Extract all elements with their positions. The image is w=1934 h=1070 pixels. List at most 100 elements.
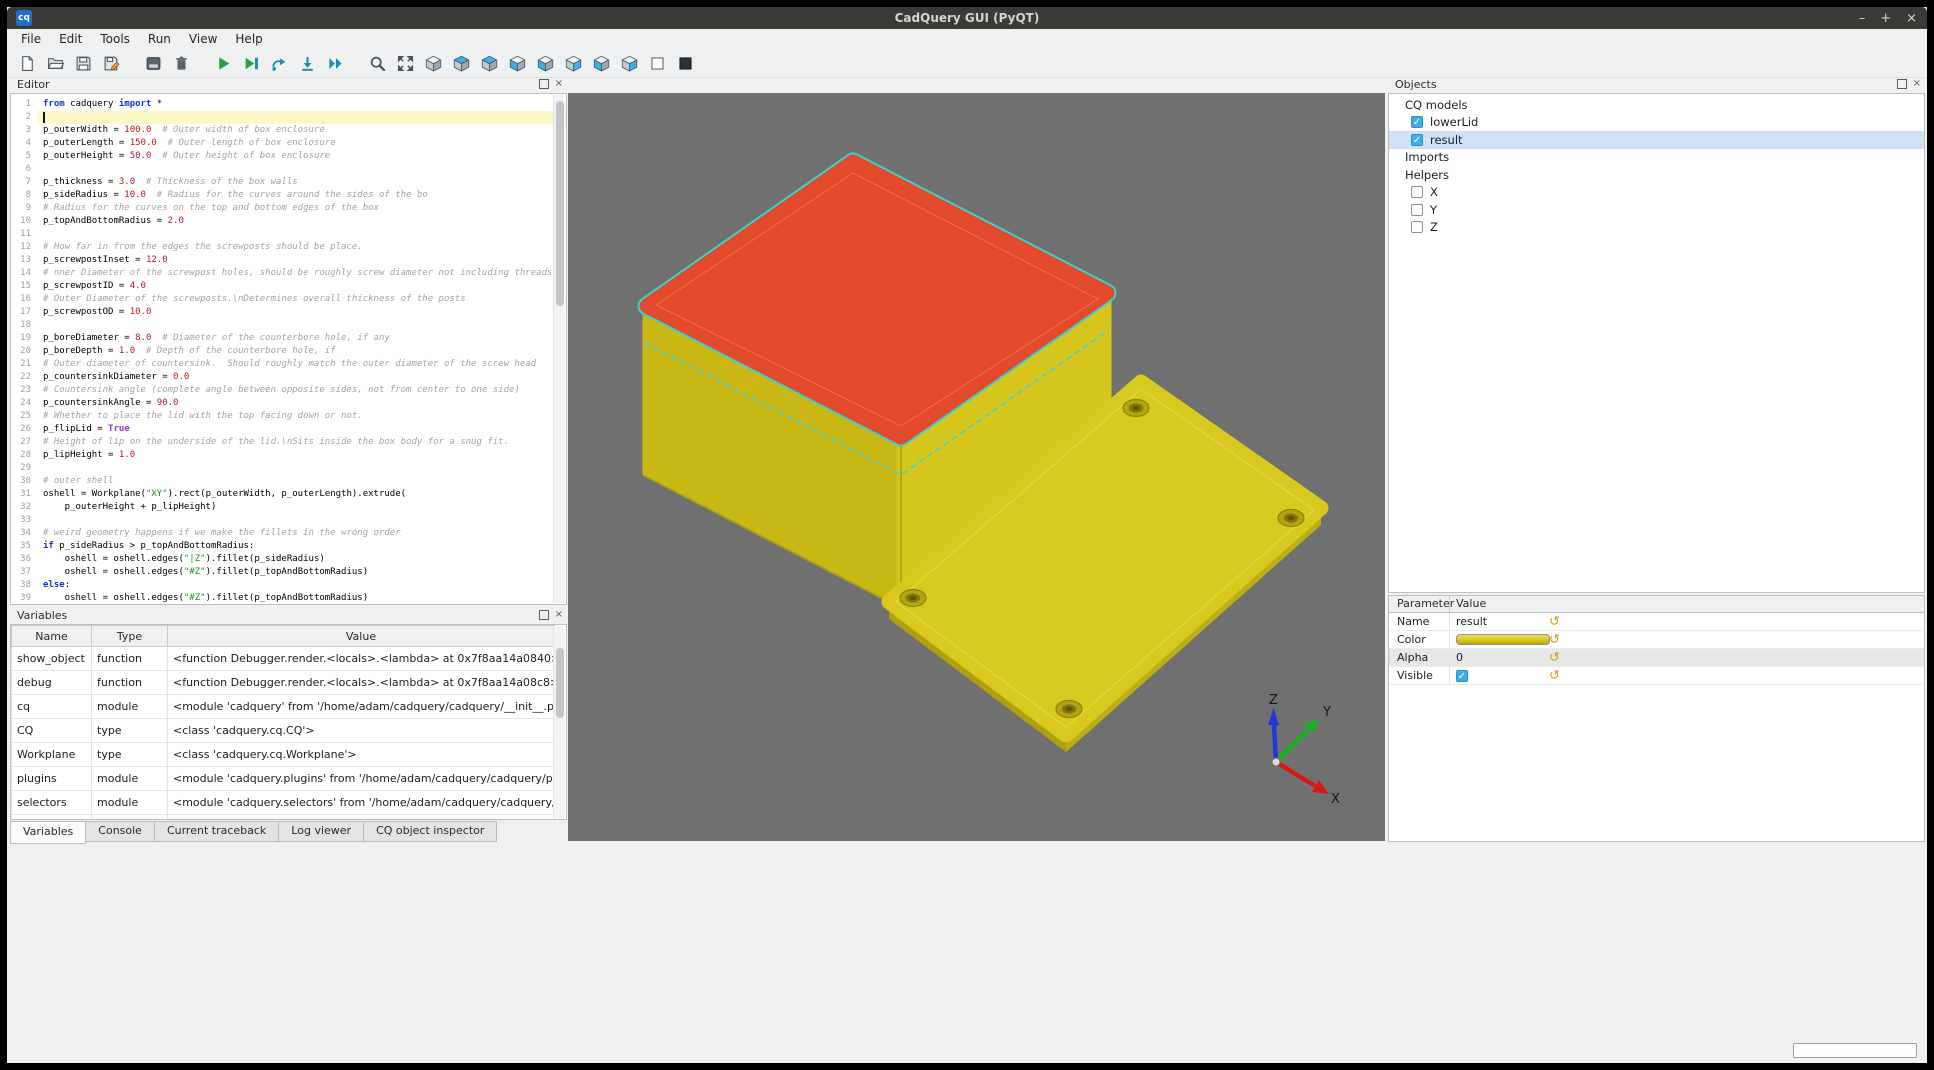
object-item-y[interactable]: Y	[1389, 201, 1924, 219]
editor-float-icon[interactable]	[539, 79, 549, 89]
editor-code[interactable]: from cadquery import *p_outerWidth = 100…	[37, 94, 566, 604]
wireframe-mode-button[interactable]	[644, 50, 670, 76]
objects-float-icon[interactable]	[1897, 79, 1907, 89]
param-value-visible[interactable]: ✓	[1449, 667, 1924, 684]
code-line-29[interactable]	[37, 462, 566, 475]
editor-scroll-handle[interactable]	[556, 101, 564, 306]
tab-current-traceback[interactable]: Current traceback	[155, 821, 279, 842]
code-line-8[interactable]: p_sideRadius = 10.0 # Radius for the cur…	[37, 189, 566, 202]
object-item-z[interactable]: Z	[1389, 219, 1924, 237]
titlebar[interactable]: cq CadQuery GUI (PyQT) – + ×	[7, 7, 1927, 29]
view-back-button[interactable]	[560, 50, 586, 76]
fit-all-button[interactable]	[392, 50, 418, 76]
param-value-color[interactable]	[1449, 631, 1924, 648]
menu-help[interactable]: Help	[226, 30, 271, 48]
param-row-color[interactable]: Color↺	[1389, 631, 1924, 649]
view-front-button[interactable]	[532, 50, 558, 76]
param-row-alpha[interactable]: Alpha0↺	[1389, 649, 1924, 667]
param-value-name[interactable]: result	[1449, 613, 1924, 630]
reset-visible-button[interactable]: ↺	[1549, 669, 1560, 682]
code-line-21[interactable]: # Outer diameter of countersink. Should …	[37, 358, 566, 371]
debug-button[interactable]	[238, 50, 264, 76]
viewport-canvas[interactable]: Z Y X	[568, 93, 1385, 841]
code-line-1[interactable]: from cadquery import *	[37, 98, 566, 111]
object-item-lowerlid[interactable]: ✓lowerLid	[1389, 114, 1924, 132]
step-in-button[interactable]	[294, 50, 320, 76]
menu-edit[interactable]: Edit	[50, 30, 91, 48]
variable-row-CQ[interactable]: CQtype<class 'cadquery.cq.CQ'>	[12, 719, 555, 743]
code-line-28[interactable]: p_lipHeight = 1.0	[37, 449, 566, 462]
variable-row-plugins[interactable]: pluginsmodule<module 'cadquery.plugins' …	[12, 767, 555, 791]
variable-row-Workplane[interactable]: Workplanetype<class 'cadquery.cq.Workpla…	[12, 743, 555, 767]
view-bottom-button[interactable]	[504, 50, 530, 76]
view-left-button[interactable]	[588, 50, 614, 76]
reset-alpha-button[interactable]: ↺	[1549, 651, 1560, 664]
render-button[interactable]	[210, 50, 236, 76]
code-line-12[interactable]: # How far in from the edges the screwpos…	[37, 241, 566, 254]
code-line-22[interactable]: p_countersinkDiameter = 0.0	[37, 371, 566, 384]
code-editor[interactable]: 1234567891011121314151617181920212223242…	[10, 93, 567, 605]
code-line-7[interactable]: p_thickness = 3.0 # Thickness of the box…	[37, 176, 566, 189]
editor-close-icon[interactable]: ×	[555, 79, 563, 89]
code-line-2[interactable]	[37, 111, 566, 124]
menu-run[interactable]: Run	[139, 30, 180, 48]
code-line-20[interactable]: p_boreDepth = 1.0 # Depth of the counter…	[37, 345, 566, 358]
fit-view-button[interactable]	[364, 50, 390, 76]
code-line-37[interactable]: oshell = oshell.edges("#Z").fillet(p_top…	[37, 566, 566, 579]
param-col-parameter[interactable]: Parameter	[1389, 596, 1449, 612]
tab-cq-object-inspector[interactable]: CQ object inspector	[364, 821, 497, 842]
color-swatch[interactable]	[1456, 634, 1550, 645]
code-line-17[interactable]: p_screwpostOD = 10.0	[37, 306, 566, 319]
variables-col-name[interactable]: Name	[12, 626, 92, 647]
checkbox-lowerlid[interactable]: ✓	[1411, 116, 1423, 128]
code-line-13[interactable]: p_screwpostInset = 12.0	[37, 254, 566, 267]
visible-checkbox[interactable]: ✓	[1456, 670, 1468, 682]
variable-row-debug[interactable]: debugfunction<function Debugger.render.<…	[12, 671, 555, 695]
variable-row-cq[interactable]: cqmodule<module 'cadquery' from '/home/a…	[12, 695, 555, 719]
param-col-value[interactable]: Value	[1449, 596, 1924, 612]
toggle-panel-button[interactable]	[140, 50, 166, 76]
param-value-alpha[interactable]: 0	[1449, 649, 1924, 666]
save-script-button[interactable]	[70, 50, 96, 76]
code-line-10[interactable]: p_topAndBottomRadius = 2.0	[37, 215, 566, 228]
save-script-as-button[interactable]	[98, 50, 124, 76]
step-button[interactable]	[266, 50, 292, 76]
view-axonometric-button[interactable]	[420, 50, 446, 76]
tab-log-viewer[interactable]: Log viewer	[279, 821, 364, 842]
checkbox-z[interactable]	[1411, 221, 1423, 233]
variable-row-Plane[interactable]: Planetype<class 'cadquery.occ_impl.geom.…	[12, 815, 555, 821]
checkbox-x[interactable]	[1411, 186, 1423, 198]
tab-variables[interactable]: Variables	[10, 821, 86, 844]
new-script-button[interactable]	[14, 50, 40, 76]
menu-tools[interactable]: Tools	[91, 30, 139, 48]
code-line-38[interactable]: else:	[37, 579, 566, 592]
close-button[interactable]: ×	[1906, 12, 1917, 25]
reset-name-button[interactable]: ↺	[1549, 615, 1560, 628]
shaded-mode-button[interactable]	[672, 50, 698, 76]
delete-button[interactable]	[168, 50, 194, 76]
code-line-16[interactable]: # Outer Diameter of the screwposts.\nDet…	[37, 293, 566, 306]
variables-close-icon[interactable]: ×	[555, 610, 563, 620]
variables-float-icon[interactable]	[539, 610, 549, 620]
code-line-11[interactable]	[37, 228, 566, 241]
code-line-30[interactable]: # outer shell	[37, 475, 566, 488]
code-line-32[interactable]: p_outerHeight + p_lipHeight)	[37, 501, 566, 514]
objects-close-icon[interactable]: ×	[1913, 79, 1921, 89]
code-line-5[interactable]: p_outerHeight = 50.0 # Outer height of b…	[37, 150, 566, 163]
variables-scroll-handle[interactable]	[556, 648, 564, 718]
code-line-23[interactable]: # Countersink angle (complete angle betw…	[37, 384, 566, 397]
variables-col-value[interactable]: Value	[168, 626, 555, 647]
object-item-result[interactable]: ✓result	[1389, 131, 1924, 149]
3d-viewport[interactable]: Z Y X	[568, 93, 1385, 841]
code-line-34[interactable]: # weird geometry happens if we make the …	[37, 527, 566, 540]
view-right-button[interactable]	[616, 50, 642, 76]
code-line-4[interactable]: p_outerLength = 150.0 # Outer length of …	[37, 137, 566, 150]
object-item-cq-models[interactable]: CQ models	[1389, 96, 1924, 114]
code-line-25[interactable]: # Whether to place the lid with the top …	[37, 410, 566, 423]
variable-row-selectors[interactable]: selectorsmodule<module 'cadquery.selecto…	[12, 791, 555, 815]
code-line-24[interactable]: p_countersinkAngle = 90.0	[37, 397, 566, 410]
code-line-36[interactable]: oshell = oshell.edges("|Z").fillet(p_sid…	[37, 553, 566, 566]
open-script-button[interactable]	[42, 50, 68, 76]
code-line-14[interactable]: # nner Diameter of the screwpost holes, …	[37, 267, 566, 280]
code-line-31[interactable]: oshell = Workplane("XY").rect(p_outerWid…	[37, 488, 566, 501]
